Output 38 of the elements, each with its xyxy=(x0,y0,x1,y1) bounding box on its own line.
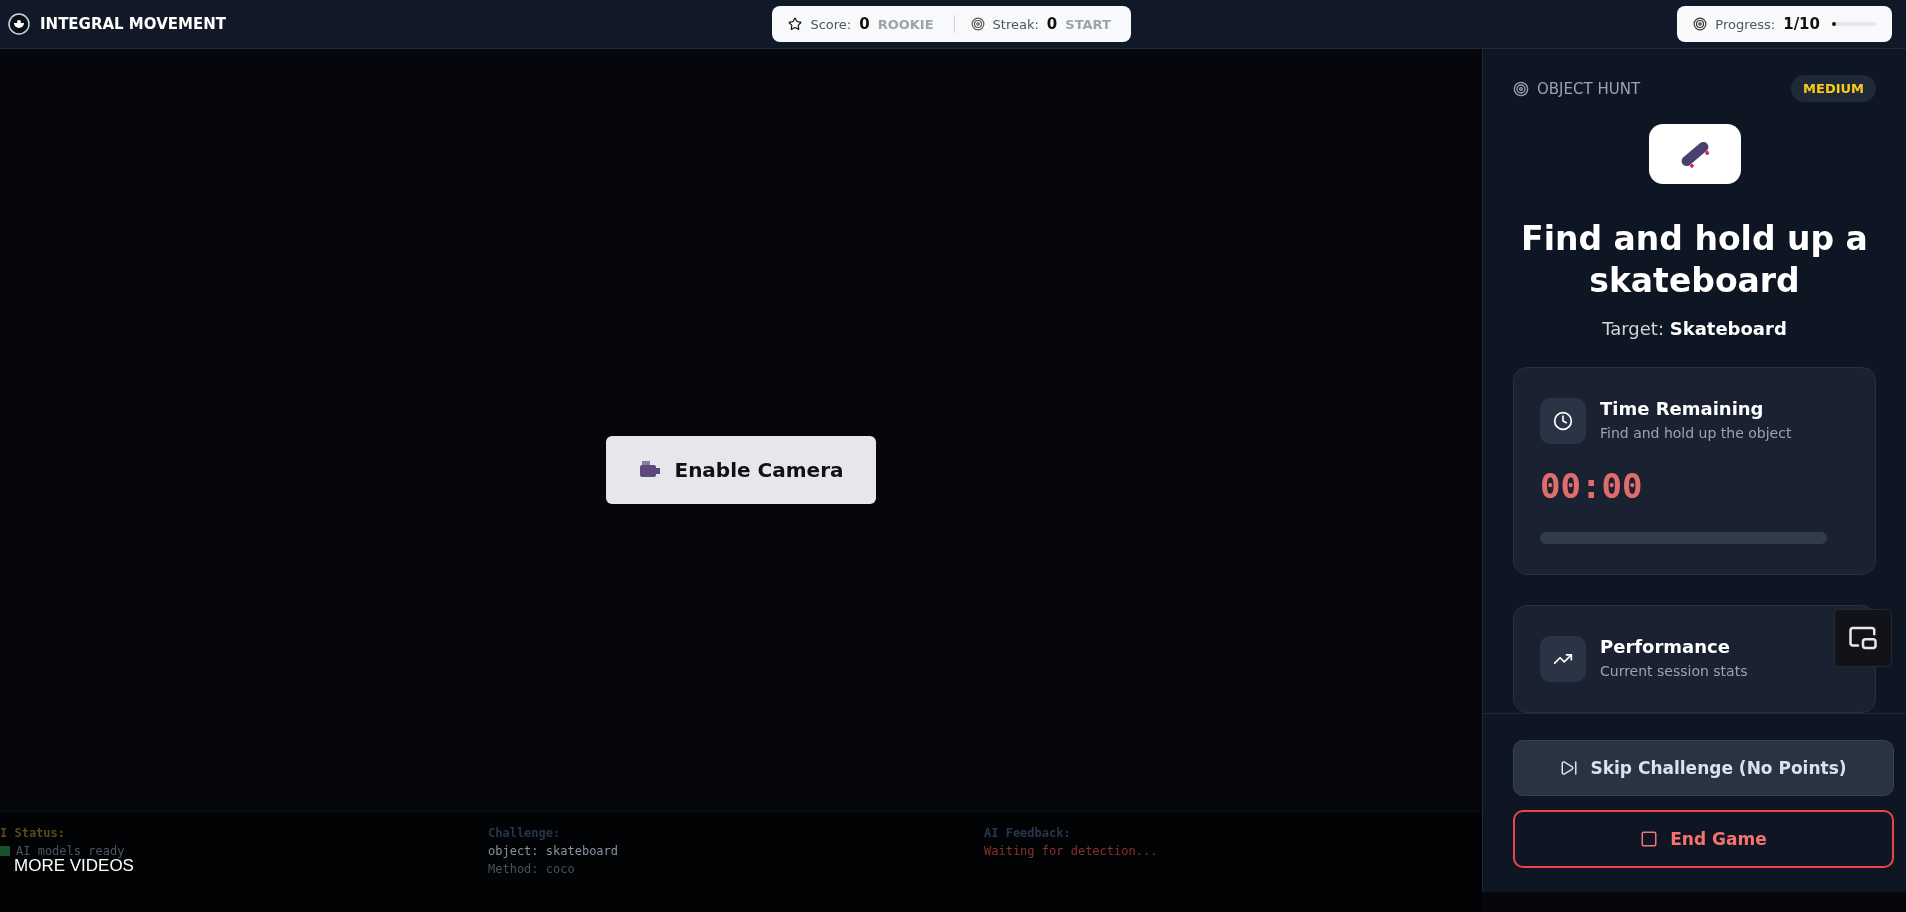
target-icon xyxy=(970,17,985,31)
score-rank: ROOKIE xyxy=(877,16,934,32)
target-text: Target: Skateboard xyxy=(1602,318,1787,339)
streak-value: 0 xyxy=(1046,15,1058,33)
enable-camera-button[interactable]: Enable Camera xyxy=(606,436,876,504)
status-line: object: skateboard xyxy=(488,844,620,858)
status-heading: I Status: xyxy=(0,826,67,840)
status-heading: Challenge: xyxy=(488,826,562,840)
logo-icon xyxy=(8,13,30,35)
score-label: Score: xyxy=(810,16,852,32)
status-heading: AI Feedback: xyxy=(984,826,1072,840)
end-game-button[interactable]: End Game xyxy=(1513,810,1894,868)
target-icon xyxy=(1693,17,1708,31)
streak-label: Streak: xyxy=(992,16,1039,32)
countdown: 00:00 xyxy=(1540,466,1644,506)
status-line: Method: coco xyxy=(488,862,576,876)
skip-button[interactable]: Skip Challenge (No Points) xyxy=(1513,740,1894,796)
trend-icon xyxy=(1540,636,1586,682)
progress-label: Progress: xyxy=(1715,16,1776,32)
brand-name: INTEGRAL MOVEMENT xyxy=(40,15,226,33)
progress-value: 1/10 xyxy=(1783,15,1820,33)
challenge-title: Find and hold up a skateboard xyxy=(1520,218,1869,302)
star-icon xyxy=(788,17,803,31)
clock-icon xyxy=(1540,398,1586,444)
skip-icon xyxy=(1560,759,1579,777)
status-line: AI models ready xyxy=(0,844,488,858)
target-icon xyxy=(1513,80,1529,97)
card-subtitle: Current session stats xyxy=(1600,663,1748,679)
mode-label: OBJECT HUNT xyxy=(1537,79,1641,98)
difficulty-badge: MEDIUM xyxy=(1791,75,1876,102)
square-icon xyxy=(1640,830,1659,848)
streak-rank: START xyxy=(1065,16,1111,32)
score-value: 0 xyxy=(859,15,870,33)
card-subtitle: Find and hold up the object xyxy=(1600,425,1792,441)
picture-in-picture-button[interactable] xyxy=(1834,609,1892,667)
status-line: Waiting for detection... xyxy=(984,844,1159,858)
card-title: Performance xyxy=(1600,636,1731,657)
card-title: Time Remaining xyxy=(1600,398,1765,419)
